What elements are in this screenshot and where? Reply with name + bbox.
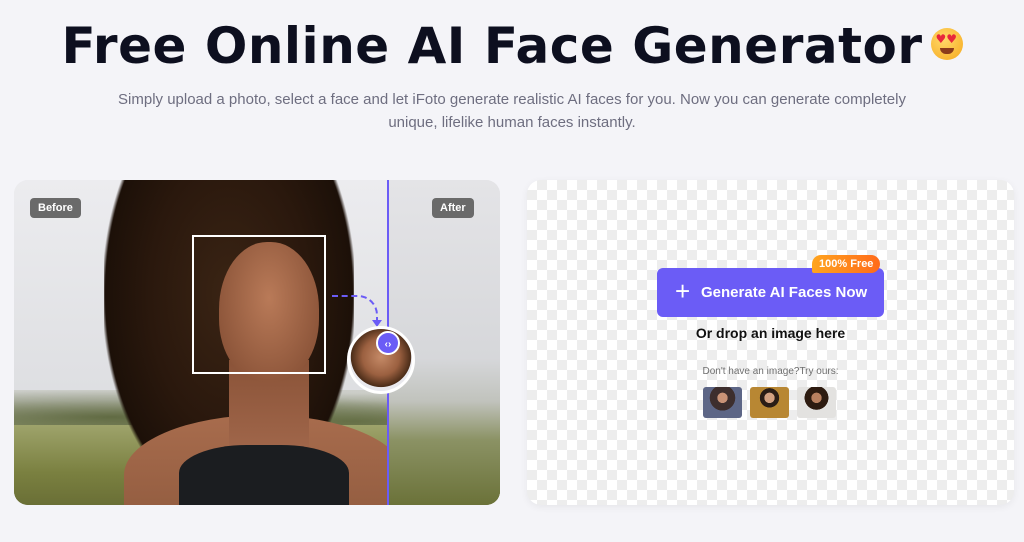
generate-ai-faces-button[interactable]: + Generate AI Faces Now	[657, 268, 884, 317]
generate-button-label: Generate AI Faces Now	[701, 284, 868, 301]
sample-images	[703, 387, 839, 419]
sample-face-1[interactable]	[703, 387, 742, 418]
page-subtitle: Simply upload a photo, select a face and…	[118, 91, 906, 131]
upload-panel[interactable]: + Generate AI Faces Now 100% Free Or dro…	[527, 180, 1014, 505]
sample-face-2[interactable]	[750, 387, 789, 418]
page-title: Free Online AI Face Generator	[0, 12, 1024, 80]
before-badge: Before	[30, 198, 81, 218]
try-sample-text: Don't have an image?Try ours:	[702, 366, 839, 377]
before-after-compare[interactable]: ‹› Before After	[14, 180, 500, 505]
after-badge: After	[432, 198, 474, 218]
code-arrows-icon: ‹›	[384, 339, 392, 350]
free-badge: 100% Free	[812, 255, 881, 273]
page-title-text: Free Online AI Face Generator	[61, 17, 923, 75]
sample-face-3[interactable]	[797, 387, 836, 418]
drop-image-text: Or drop an image here	[695, 325, 846, 341]
plus-icon: +	[675, 276, 691, 306]
heart-eyes-emoji-icon	[930, 27, 963, 60]
dashed-arrow-icon	[332, 295, 382, 327]
compare-slider-handle[interactable]: ‹›	[376, 331, 400, 355]
top-image	[179, 445, 349, 505]
face-selection-box	[192, 235, 326, 374]
